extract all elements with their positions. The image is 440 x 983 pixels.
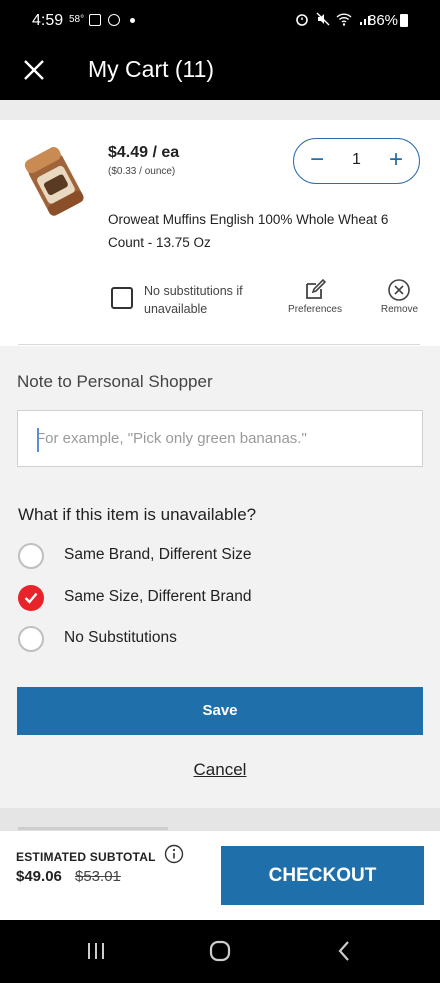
radio-unchecked-icon[interactable] bbox=[18, 626, 44, 652]
messenger-icon bbox=[108, 14, 120, 26]
gallery-icon bbox=[89, 14, 101, 26]
radio-checked-icon[interactable] bbox=[18, 585, 44, 611]
quantity-stepper: − 1 + bbox=[293, 138, 420, 184]
remove-button[interactable]: Remove bbox=[372, 304, 427, 315]
divider bbox=[18, 344, 420, 345]
radio-option-same-brand[interactable]: Same Brand, Different Size bbox=[18, 543, 338, 569]
edit-icon[interactable] bbox=[303, 278, 327, 302]
remove-icon[interactable] bbox=[387, 278, 411, 302]
section-gap bbox=[0, 100, 440, 120]
page-title: My Cart (11) bbox=[88, 56, 215, 82]
cancel-link[interactable]: Cancel bbox=[0, 760, 440, 780]
radio-unchecked-icon[interactable] bbox=[18, 543, 44, 569]
subtotal-original: $53.01 bbox=[75, 868, 121, 885]
product-image bbox=[24, 147, 84, 216]
close-icon[interactable] bbox=[20, 56, 48, 84]
note-title: Note to Personal Shopper bbox=[17, 372, 213, 391]
mute-icon bbox=[316, 12, 330, 26]
battery-icon bbox=[400, 14, 408, 27]
status-icons bbox=[295, 12, 373, 29]
subtotal-value: $49.06 bbox=[16, 868, 62, 885]
alarm-icon bbox=[296, 14, 308, 26]
item-preferences-panel: Note to Personal Shopper What if this it… bbox=[0, 346, 440, 808]
radio-option-no-substitutions[interactable]: No Substitutions bbox=[18, 626, 338, 652]
radio-option-same-size[interactable]: Same Size, Different Brand bbox=[18, 585, 338, 611]
home-icon[interactable] bbox=[200, 936, 240, 966]
no-substitutions-label: No substitutions if unavailable bbox=[144, 284, 243, 316]
increase-quantity-button[interactable]: + bbox=[381, 145, 411, 175]
note-field bbox=[17, 410, 423, 467]
radio-label: No Substitutions bbox=[64, 629, 177, 646]
shopper-note-input[interactable] bbox=[18, 411, 422, 466]
radio-label: Same Size, Different Brand bbox=[64, 588, 252, 605]
radio-label: Same Brand, Different Size bbox=[64, 546, 252, 563]
cart-item-card: $4.49 / ea ($0.33 / ounce) − 1 + Oroweat… bbox=[0, 120, 440, 346]
back-icon[interactable] bbox=[324, 936, 364, 966]
substitution-question: What if this item is unavailable? bbox=[18, 505, 257, 524]
checkmark-icon bbox=[24, 592, 38, 604]
recent-apps-icon[interactable] bbox=[76, 936, 116, 966]
wifi-icon bbox=[336, 13, 352, 26]
checkout-button[interactable]: CHECKOUT bbox=[221, 846, 424, 905]
status-time: 4:59 bbox=[32, 12, 64, 29]
status-bar: 4:59 58° 86% bbox=[0, 0, 440, 42]
subtotal-label: ESTIMATED SUBTOTAL bbox=[16, 850, 156, 864]
no-substitutions-checkbox[interactable] bbox=[111, 287, 133, 309]
item-unit-price: ($0.33 / ounce) bbox=[108, 166, 176, 177]
item-price: $4.49 / ea bbox=[108, 144, 180, 161]
app-bar: My Cart (11) bbox=[0, 42, 440, 100]
text-cursor bbox=[37, 428, 39, 452]
preferences-button[interactable]: Preferences bbox=[282, 304, 348, 315]
item-name: Oroweat Muffins English 100% Whole Wheat… bbox=[108, 212, 389, 250]
battery-percent: 86% bbox=[368, 12, 399, 29]
notification-dot-icon bbox=[130, 18, 135, 23]
system-nav-bar bbox=[0, 920, 440, 983]
checkout-footer: ESTIMATED SUBTOTAL $49.06 $53.01 CHECKOU… bbox=[0, 830, 440, 920]
save-button[interactable]: Save bbox=[17, 687, 423, 735]
info-icon[interactable] bbox=[164, 844, 184, 864]
status-temperature: 58° bbox=[69, 14, 85, 25]
